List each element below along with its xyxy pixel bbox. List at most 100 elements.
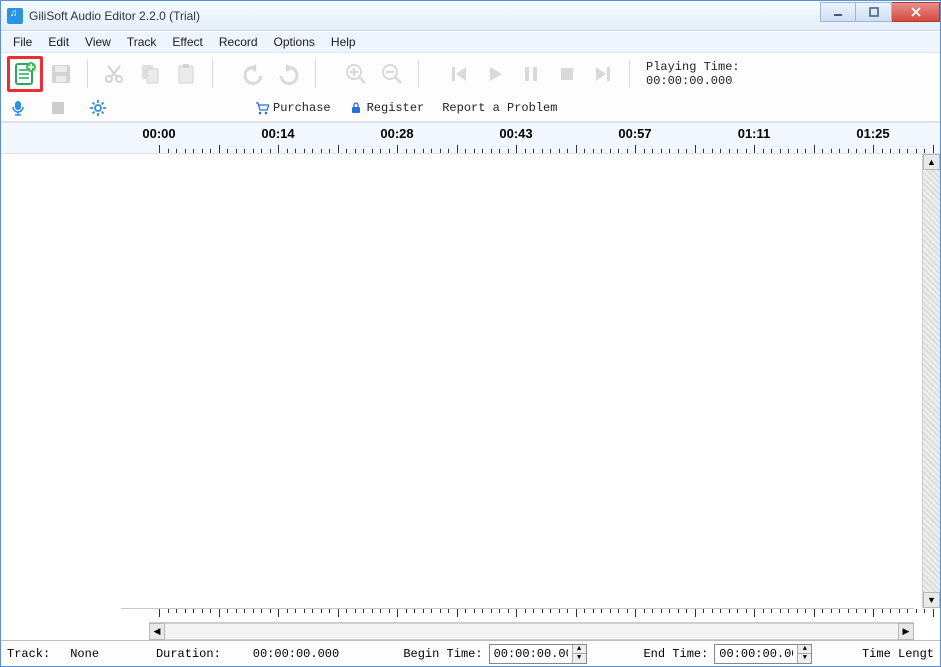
toolbars: Playing Time: 00:00:00.000 Purchase [1,53,940,122]
statusbar: Track: None Duration: 00:00:00.000 Begin… [1,640,940,666]
track-label: Track: [7,647,50,661]
separator [629,60,630,88]
purchase-link[interactable]: Purchase [255,101,331,115]
microphone-icon [9,99,27,117]
status-end: End Time: ▲▼ [643,644,812,664]
save-button[interactable] [43,56,79,92]
vertical-scrollbar[interactable]: ▲ ▼ [922,154,940,608]
scroll-up-button[interactable]: ▲ [923,154,940,170]
status-track: Track: None [7,647,99,661]
status-duration: Duration: 00:00:00.000 [156,647,339,661]
cart-icon [255,101,269,115]
cut-button[interactable] [96,56,132,92]
skip-start-button[interactable] [441,56,477,92]
menu-options[interactable]: Options [266,33,323,51]
timeline-tick-label: 00:28 [380,126,413,141]
play-button[interactable] [477,56,513,92]
skip-start-icon [449,64,469,84]
menu-effect[interactable]: Effect [164,33,210,51]
record-mic-button[interactable] [7,97,29,119]
copy-icon [138,62,162,86]
workspace: ▲ ▼ [1,154,940,608]
close-button[interactable] [892,2,940,22]
paste-button[interactable] [168,56,204,92]
stop-button[interactable] [549,56,585,92]
timeline-tick-label: 01:25 [856,126,889,141]
playing-time-panel: Playing Time: 00:00:00.000 [646,60,740,88]
end-time-spinbox[interactable]: ▲▼ [714,644,812,664]
timeline-tick-label: 00:57 [618,126,651,141]
undo-icon [241,62,265,86]
zoom-in-button[interactable] [338,56,374,92]
timeline-tick-label: 01:11 [738,126,771,141]
window-buttons [820,10,940,22]
bottom-ruler [121,608,914,622]
minimize-button[interactable] [820,2,856,22]
begin-time-input[interactable] [490,645,572,663]
window-title: GiliSoft Audio Editor 2.2.0 (Trial) [29,9,200,23]
scroll-left-button[interactable]: ◀ [149,623,165,640]
scroll-down-button[interactable]: ▼ [923,592,940,608]
pause-icon [521,64,541,84]
spin-up-button[interactable]: ▲ [573,645,586,654]
menu-help[interactable]: Help [323,33,364,51]
end-time-label: End Time: [643,647,708,661]
new-file-button[interactable] [7,56,43,92]
timeline-tick-label: 00:43 [499,126,532,141]
undo-button[interactable] [235,56,271,92]
report-label: Report a Problem [442,101,557,115]
menu-view[interactable]: View [77,33,119,51]
skip-end-icon [593,64,613,84]
menu-file[interactable]: File [5,33,40,51]
spin-up-button[interactable]: ▲ [798,645,811,654]
horizontal-scrollbar[interactable]: ◀ ▶ [149,622,914,640]
timeline-tick-label: 00:14 [261,126,294,141]
paste-icon [174,62,198,86]
scroll-track[interactable] [923,170,940,592]
purchase-label: Purchase [273,101,331,115]
settings-button[interactable] [87,97,109,119]
zoom-out-button[interactable] [374,56,410,92]
pause-button[interactable] [513,56,549,92]
app-window: GiliSoft Audio Editor 2.2.0 (Trial) File… [0,0,941,667]
status-begin: Begin Time: ▲▼ [403,644,586,664]
separator [212,60,213,88]
copy-button[interactable] [132,56,168,92]
maximize-icon [869,7,879,17]
end-time-input[interactable] [715,645,797,663]
record-stop-button[interactable] [47,97,69,119]
redo-button[interactable] [271,56,307,92]
timeline-ruler[interactable]: 00:00 00:14 00:28 00:43 00:57 01:11 01:2… [1,122,940,154]
timeline-tick-label: 00:00 [142,126,175,141]
separator [315,60,316,88]
zoom-in-icon [344,62,368,86]
scroll-right-button[interactable]: ▶ [898,623,914,640]
menu-record[interactable]: Record [211,33,266,51]
separator [418,60,419,88]
menu-edit[interactable]: Edit [40,33,77,51]
zoom-out-icon [380,62,404,86]
spin-down-button[interactable]: ▼ [573,653,586,663]
titlebar[interactable]: GiliSoft Audio Editor 2.2.0 (Trial) [1,1,940,31]
stop-icon [557,64,577,84]
begin-time-label: Begin Time: [403,647,482,661]
skip-end-button[interactable] [585,56,621,92]
waveform-area[interactable] [1,154,922,608]
register-label: Register [367,101,425,115]
spin-down-button[interactable]: ▼ [798,653,811,663]
maximize-button[interactable] [856,2,892,22]
report-problem-link[interactable]: Report a Problem [442,101,557,115]
begin-time-spinbox[interactable]: ▲▼ [489,644,587,664]
menubar: File Edit View Track Effect Record Optio… [1,31,940,53]
menu-track[interactable]: Track [119,33,165,51]
scissors-icon [102,62,126,86]
new-file-icon [12,61,38,87]
time-length-label: Time Lengt [862,647,934,661]
gear-icon [89,99,107,117]
redo-icon [277,62,301,86]
app-icon [7,8,23,24]
register-link[interactable]: Register [349,101,425,115]
lock-icon [349,101,363,115]
save-icon [49,62,73,86]
scroll-track[interactable] [165,623,898,640]
